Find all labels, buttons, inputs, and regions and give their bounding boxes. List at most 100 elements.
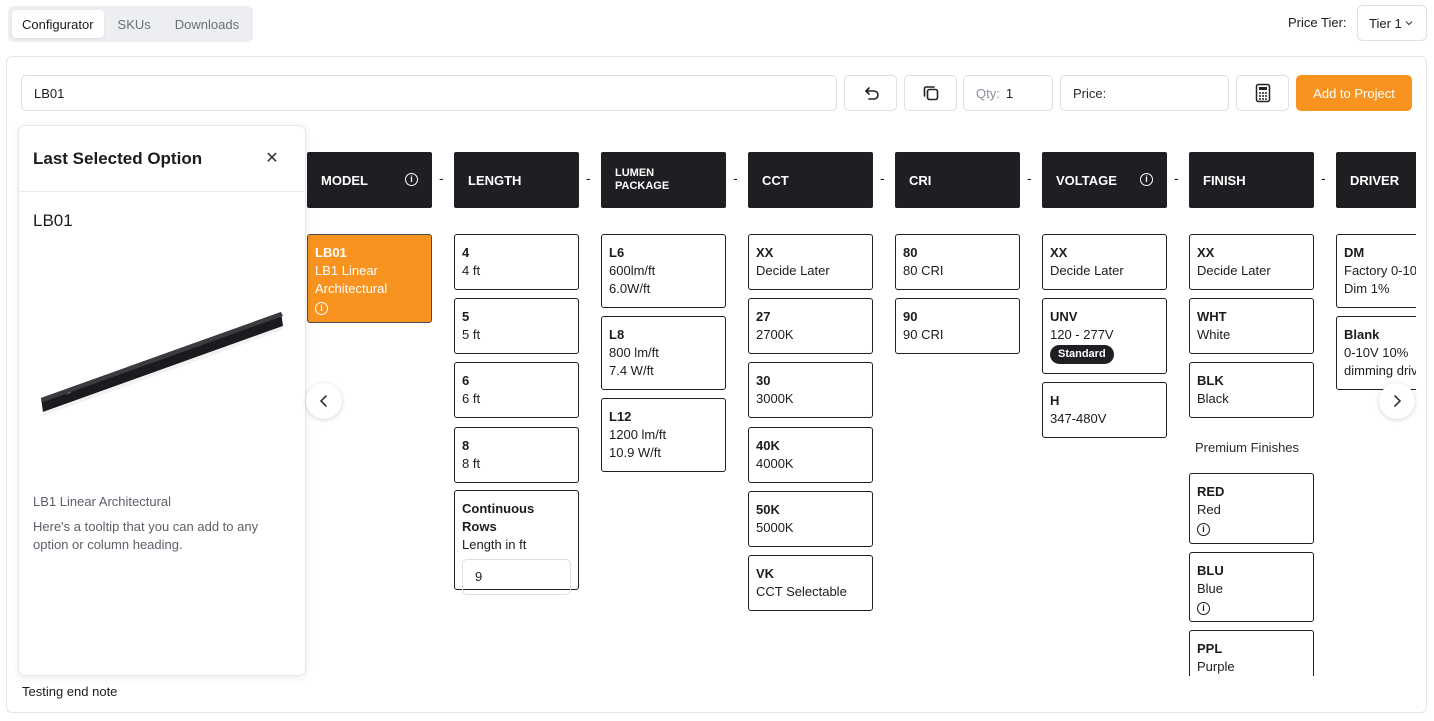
separator: - xyxy=(586,170,591,186)
option-code: L6 xyxy=(609,245,625,260)
column-heading-lumen-package[interactable]: LUMEN PACKAGE xyxy=(601,152,726,208)
option-line1: 600lm/ft xyxy=(609,263,656,278)
option-code: XX xyxy=(756,245,774,260)
standard-badge: Standard xyxy=(1050,345,1114,364)
option-code: L8 xyxy=(609,327,625,342)
info-icon[interactable]: i xyxy=(405,173,418,186)
scroll-right-button[interactable] xyxy=(1379,383,1415,419)
column-heading-driver[interactable]: DRIVER xyxy=(1336,152,1416,208)
option-driver-dm[interactable]: DM Factory 0-10 Dim 1% xyxy=(1336,234,1416,308)
info-icon[interactable]: i xyxy=(315,302,328,315)
option-finish-ppl[interactable]: PPL Purple xyxy=(1189,630,1314,676)
option-finish-xx[interactable]: XX Decide Later xyxy=(1189,234,1314,290)
option-code: BLU xyxy=(1197,563,1224,578)
sku-input[interactable]: LB01 xyxy=(21,75,837,111)
option-line1: 1200 lm/ft xyxy=(609,427,667,442)
option-cct-50k[interactable]: 50K 5000K xyxy=(748,491,873,547)
heading-label: VOLTAGE xyxy=(1056,172,1117,188)
separator: - xyxy=(1321,170,1326,186)
tab-configurator[interactable]: Configurator xyxy=(12,10,104,38)
option-finish-red[interactable]: RED Red i xyxy=(1189,473,1314,544)
option-voltage-unv[interactable]: UNV 120 - 277V Standard xyxy=(1042,298,1167,374)
copy-icon xyxy=(923,86,938,101)
length-value: 9 xyxy=(475,569,483,584)
option-voltage-h[interactable]: H 347-480V xyxy=(1042,382,1167,438)
option-length-8[interactable]: 8 8 ft xyxy=(454,427,579,483)
calculator-button[interactable] xyxy=(1236,75,1289,111)
option-driver-blank[interactable]: Blank 0-10V 10% dimming driv xyxy=(1336,316,1416,390)
option-cct-30[interactable]: 30 3000K xyxy=(748,362,873,418)
option-voltage-xx[interactable]: XX Decide Later xyxy=(1042,234,1167,290)
quantity-field[interactable]: Qty: 1 xyxy=(963,75,1053,111)
panel-header: Last Selected Option ✕ xyxy=(19,126,305,192)
option-finish-blk[interactable]: BLK Black xyxy=(1189,362,1314,418)
option-code: VK xyxy=(756,566,775,581)
add-to-project-button[interactable]: Add to Project xyxy=(1296,75,1412,111)
scroll-left-button[interactable] xyxy=(306,383,342,419)
heading-line2: PACKAGE xyxy=(615,180,670,192)
option-lumen-l6[interactable]: L6 600lm/ft 6.0W/ft xyxy=(601,234,726,308)
premium-finishes-label: Premium Finishes xyxy=(1195,440,1300,455)
option-code: 6 xyxy=(462,373,470,388)
option-code: 80 xyxy=(903,245,918,260)
option-line2: 6.0W/ft xyxy=(609,281,651,296)
option-length-4[interactable]: 4 4 ft xyxy=(454,234,579,290)
undo-button[interactable] xyxy=(844,75,897,111)
length-input[interactable]: 9 xyxy=(462,559,571,595)
option-cct-40k[interactable]: 40K 4000K xyxy=(748,427,873,483)
option-code: RED xyxy=(1197,484,1225,499)
option-finish-blu[interactable]: BLU Blue i xyxy=(1189,552,1314,622)
duplicate-button[interactable] xyxy=(904,75,957,111)
option-line2: 10.9 W/ft xyxy=(609,445,662,460)
column-heading-cct[interactable]: CCT xyxy=(748,152,873,208)
option-line1: 4 ft xyxy=(462,263,481,278)
option-cri-80[interactable]: 80 80 CRI xyxy=(895,234,1020,290)
separator: - xyxy=(1027,170,1032,186)
info-icon[interactable]: i xyxy=(1197,523,1210,536)
column-heading-finish[interactable]: FINISH xyxy=(1189,152,1314,208)
tab-skus[interactable]: SKUs xyxy=(108,10,161,38)
end-note: Testing end note xyxy=(22,684,118,699)
info-icon[interactable]: i xyxy=(1140,173,1153,186)
option-code: UNV xyxy=(1050,309,1078,324)
price-label: Price: xyxy=(1073,85,1107,101)
heading-label: DRIVER xyxy=(1350,172,1400,188)
option-line1: 5 ft xyxy=(462,327,481,342)
option-code: 5 xyxy=(462,309,470,324)
option-line1: CCT Selectable xyxy=(756,584,847,599)
column-heading-model[interactable]: MODEL i xyxy=(307,152,432,208)
separator: - xyxy=(733,170,738,186)
option-line1: White xyxy=(1197,327,1231,342)
chevron-left-icon xyxy=(319,395,327,407)
panel-tooltip-text: Here's a tooltip that you can add to any… xyxy=(33,519,259,552)
column-heading-voltage[interactable]: VOLTAGE i xyxy=(1042,152,1167,208)
option-line1: Red xyxy=(1197,502,1221,517)
option-line1: 4000K xyxy=(756,456,794,471)
column-heading-cri[interactable]: CRI xyxy=(895,152,1020,208)
option-finish-wht[interactable]: WHT White xyxy=(1189,298,1314,354)
qty-label: Qty: xyxy=(976,85,1000,101)
option-code: BLK xyxy=(1197,373,1224,388)
option-cct-xx[interactable]: XX Decide Later xyxy=(748,234,873,290)
option-lumen-l8[interactable]: L8 800 lm/ft 7.4 W/ft xyxy=(601,316,726,390)
option-lumen-l12[interactable]: L12 1200 lm/ft 10.9 W/ft xyxy=(601,398,726,472)
product-image xyxy=(41,312,283,416)
info-icon[interactable]: i xyxy=(1197,602,1210,615)
option-length-5[interactable]: 5 5 ft xyxy=(454,298,579,354)
option-line2: dimming driv xyxy=(1344,363,1416,378)
option-line2: Architectural xyxy=(315,281,388,296)
chevron-right-icon xyxy=(1394,395,1402,407)
option-code: LB01 xyxy=(315,245,347,260)
option-cri-90[interactable]: 90 90 CRI xyxy=(895,298,1020,354)
price-tier-label: Price Tier: xyxy=(1288,15,1347,30)
column-heading-length[interactable]: LENGTH xyxy=(454,152,579,208)
option-model-lb01[interactable]: LB01 LB1 Linear Architectural i xyxy=(307,234,432,323)
close-icon[interactable]: ✕ xyxy=(265,150,279,168)
price-tier-select[interactable]: Tier 1 xyxy=(1357,5,1427,41)
option-code: 50K xyxy=(756,502,780,517)
option-cct-vk[interactable]: VK CCT Selectable xyxy=(748,555,873,611)
heading-label: CRI xyxy=(909,172,932,188)
option-cct-27[interactable]: 27 2700K xyxy=(748,298,873,354)
option-length-6[interactable]: 6 6 ft xyxy=(454,362,579,418)
tab-downloads[interactable]: Downloads xyxy=(165,10,249,38)
